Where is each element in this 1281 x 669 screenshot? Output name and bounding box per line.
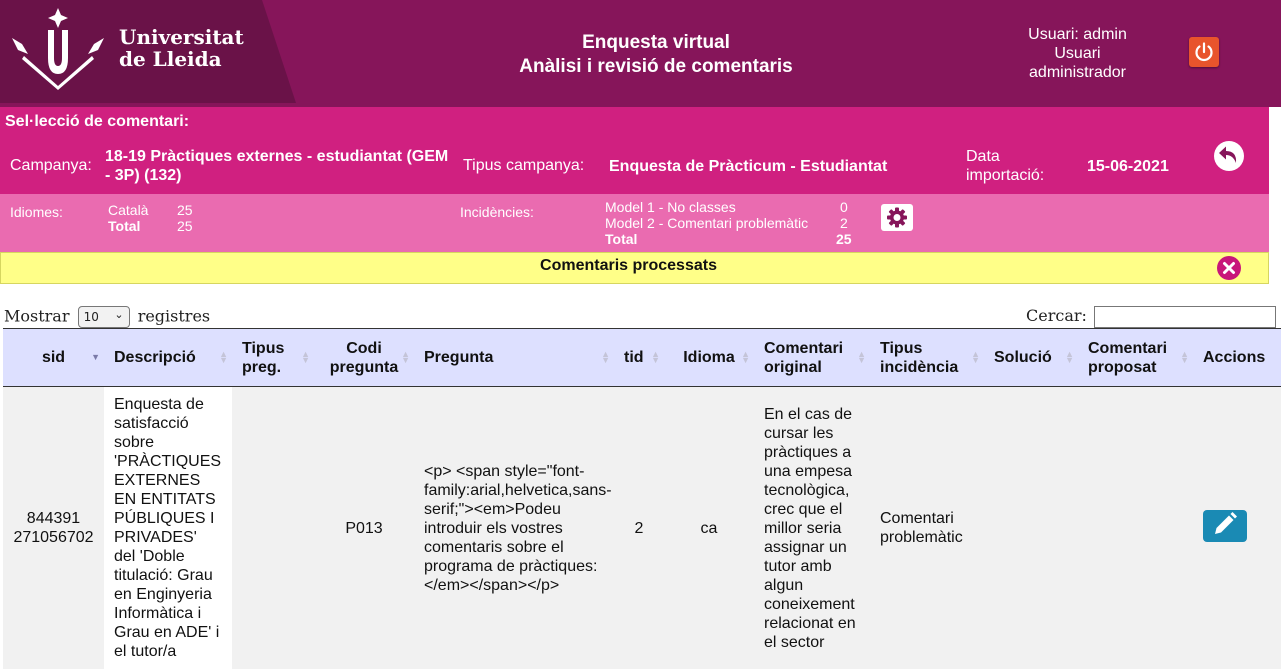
selection-panel: Sel·lecció de comentari: Campanya: 18-19… xyxy=(0,107,1269,194)
cell-tid: 2 xyxy=(614,387,664,669)
sort-icon: ▲▼ xyxy=(301,351,310,363)
logo-text: Universitat de Lleida xyxy=(119,26,244,70)
campaign-type-label: Tipus campanya: xyxy=(463,157,584,175)
cell-solution xyxy=(984,387,1078,669)
incident-count: 0 xyxy=(840,199,848,215)
column-header-question-code[interactable]: Codi pregunta▲▼ xyxy=(314,329,414,387)
cell-actions xyxy=(1193,387,1281,669)
cell-sid: 844391 271056702 xyxy=(3,387,104,669)
column-header-question-type[interactable]: Tipus preg.▲▼ xyxy=(232,329,314,387)
language-total-label: Total xyxy=(108,218,140,234)
language-count: 25 xyxy=(177,202,193,218)
close-icon xyxy=(1217,256,1241,280)
page-title: Enquesta virtual Anàlisi i revisió de co… xyxy=(480,31,832,79)
gear-icon xyxy=(881,204,913,231)
column-header-solution[interactable]: Solució▲▼ xyxy=(984,329,1078,387)
column-header-description[interactable]: Descripció▲▼ xyxy=(104,329,232,387)
page-title-line2: Anàlisi i revisió de comentaris xyxy=(480,55,832,79)
user-info: Usuari: admin Usuari administrador xyxy=(1010,25,1145,82)
sort-icon: ▲▼ xyxy=(651,351,660,363)
selection-heading: Sel·lecció de comentari: xyxy=(5,113,189,131)
processed-banner-text: Comentaris processats xyxy=(1,257,1256,275)
sort-icon: ▲▼ xyxy=(1065,351,1074,363)
sort-descending-icon: ▼ xyxy=(91,354,100,360)
campaign-value: 18-19 Pràctiques externes - estudiantat … xyxy=(105,147,455,185)
back-arrow-icon xyxy=(1213,140,1245,172)
column-header-proposed-comment[interactable]: Comentari proposat▲▼ xyxy=(1078,329,1193,387)
table-row: 844391 271056702 Enquesta de satisfacció… xyxy=(3,387,1281,669)
import-date-value: 15-06-2021 xyxy=(1087,157,1169,176)
search-input[interactable] xyxy=(1094,306,1276,328)
cell-question-code: P013 xyxy=(314,387,414,669)
sort-icon: ▲▼ xyxy=(971,351,980,363)
settings-button[interactable] xyxy=(881,204,913,231)
column-header-language[interactable]: Idioma▲▼ xyxy=(664,329,754,387)
languages-label: Idiomes: xyxy=(10,204,63,220)
page-size-control: Mostrar 10 ⌄ registres xyxy=(4,306,210,328)
language-total-count: 25 xyxy=(177,218,193,234)
page-title-line1: Enquesta virtual xyxy=(480,31,832,55)
incidents-label: Incidències: xyxy=(460,204,534,220)
page-size-value: 10 xyxy=(84,310,99,324)
cell-incident-type: Comentari problemàtic xyxy=(870,387,984,669)
logout-button[interactable] xyxy=(1189,37,1219,67)
cell-original-comment: En el cas de cursar les pràctiques a una… xyxy=(754,387,870,669)
page-size-select[interactable]: 10 ⌄ xyxy=(78,306,130,328)
cell-description: Enquesta de satisfacció sobre 'PRÀCTIQUE… xyxy=(104,387,232,669)
sort-icon: ▲▼ xyxy=(1180,351,1189,363)
column-header-tid[interactable]: tid▲▼ xyxy=(614,329,664,387)
search-label: Cercar: xyxy=(1026,306,1087,325)
column-header-sid[interactable]: sid▼ xyxy=(3,329,104,387)
comments-table: sid▼ Descripció▲▼ Tipus preg.▲▼ Codi pre… xyxy=(3,328,1281,669)
column-header-incident-type[interactable]: Tipus incidència▲▼ xyxy=(870,329,984,387)
sort-icon: ▲▼ xyxy=(857,351,866,363)
cell-question: <p> <span style="font-family:arial,helve… xyxy=(414,387,614,669)
language-name: Català xyxy=(108,202,148,218)
incident-name: Model 1 - No classes xyxy=(605,199,736,215)
incident-name: Model 2 - Comentari problemàtic xyxy=(605,215,808,231)
info-panel: Idiomes: Català 25 Total 25 Incidències:… xyxy=(0,194,1269,252)
campaign-label: Campanya: xyxy=(10,157,92,175)
sort-icon: ▲▼ xyxy=(601,351,610,363)
close-banner-button[interactable] xyxy=(1217,256,1241,280)
show-label: Mostrar xyxy=(4,307,70,326)
records-label: registres xyxy=(138,307,210,326)
header-bar: Universitat de Lleida Enquesta virtual A… xyxy=(0,0,1281,107)
sort-icon: ▲▼ xyxy=(741,351,750,363)
pencil-icon xyxy=(1203,510,1247,542)
cell-proposed-comment xyxy=(1078,387,1193,669)
power-icon xyxy=(1189,37,1219,67)
import-date-label: Data importació: xyxy=(966,147,1066,185)
cell-language: ca xyxy=(664,387,754,669)
column-header-actions: Accions xyxy=(1193,329,1281,387)
back-button[interactable] xyxy=(1213,140,1245,172)
incident-total-label: Total xyxy=(605,231,637,247)
incident-total-count: 25 xyxy=(836,231,852,247)
chevron-down-icon: ⌄ xyxy=(114,308,123,321)
campaign-type-value: Enquesta de Pràcticum - Estudiantat xyxy=(609,157,887,176)
sort-icon: ▲▼ xyxy=(401,351,410,363)
cell-question-type xyxy=(232,387,314,669)
column-header-question[interactable]: Pregunta▲▼ xyxy=(414,329,614,387)
sort-icon: ▲▼ xyxy=(219,351,228,363)
processed-banner: Comentaris processats xyxy=(0,252,1269,284)
university-logo-icon xyxy=(10,8,106,90)
edit-button[interactable] xyxy=(1203,510,1247,542)
incident-count: 2 xyxy=(840,215,848,231)
column-header-original-comment[interactable]: Comentari original▲▼ xyxy=(754,329,870,387)
table-header-row: sid▼ Descripció▲▼ Tipus preg.▲▼ Codi pre… xyxy=(3,329,1281,387)
